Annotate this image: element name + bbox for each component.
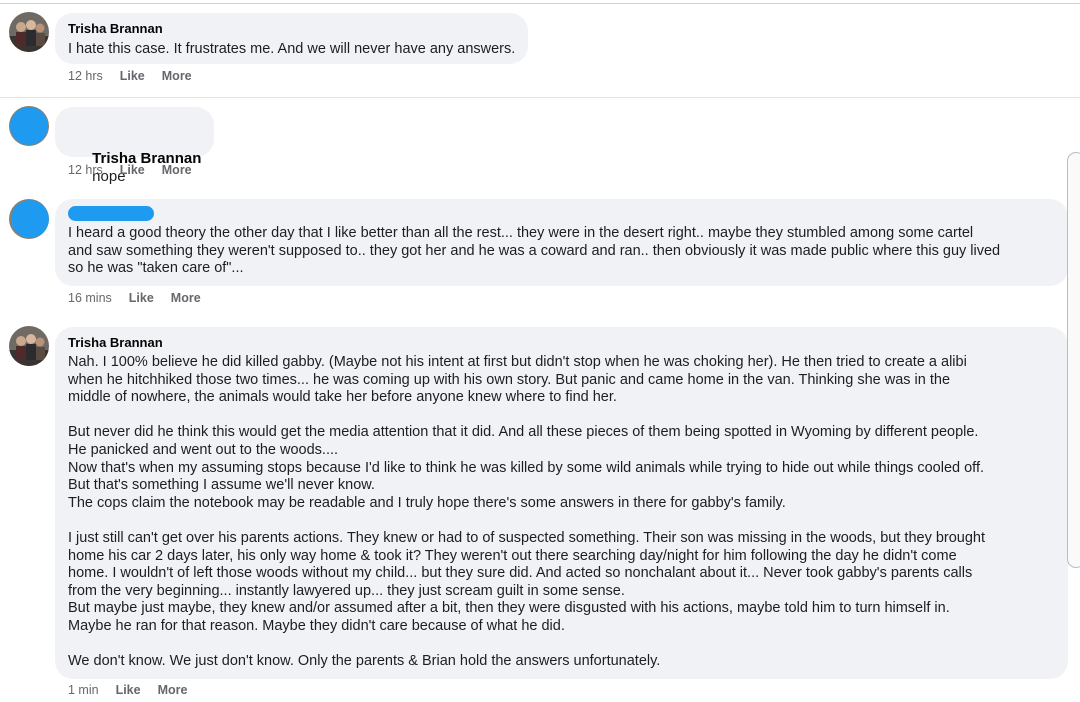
divider — [0, 97, 1080, 98]
comment-author[interactable]: Trisha Brannan — [68, 21, 515, 37]
comment-actions: 12 hrs Like More — [68, 163, 192, 177]
comment-timestamp[interactable]: 16 mins — [68, 291, 112, 305]
comment-author[interactable]: Trisha Brannan — [68, 335, 1055, 351]
more-button[interactable]: More — [171, 291, 201, 305]
comment-actions: 16 mins Like More — [68, 291, 201, 305]
comment-bubble: Trisha Brannan Nah. I 100% believe he di… — [55, 327, 1068, 679]
comment-timestamp[interactable]: 12 hrs — [68, 69, 103, 83]
comment-timestamp[interactable]: 12 hrs — [68, 163, 103, 177]
redacted-author — [68, 206, 154, 221]
more-button[interactable]: More — [162, 69, 192, 83]
comment-text: Nah. I 100% believe he did killed gabby.… — [68, 354, 986, 670]
like-button[interactable]: Like — [116, 683, 141, 697]
avatar[interactable] — [9, 106, 49, 146]
top-divider — [0, 3, 1080, 4]
more-button[interactable]: More — [158, 683, 188, 697]
more-button[interactable]: More — [162, 163, 192, 177]
like-button[interactable]: Like — [129, 291, 154, 305]
comment-bubble: I heard a good theory the other day that… — [55, 199, 1068, 286]
like-button[interactable]: Like — [120, 163, 145, 177]
comment-bubble: Trisha Brannan nope — [55, 107, 215, 185]
avatar[interactable] — [9, 199, 49, 239]
comment-actions: 1 min Like More — [68, 683, 187, 697]
avatar[interactable] — [9, 326, 49, 366]
avatar[interactable] — [9, 12, 49, 52]
comment-timestamp[interactable]: 1 min — [68, 683, 99, 697]
side-panel-edge — [1067, 152, 1080, 568]
comment-text: I hate this case. It frustrates me. And … — [68, 41, 516, 57]
comment-text: I heard a good theory the other day that… — [68, 225, 1001, 277]
comment-bubble: Trisha Brannan I hate this case. It frus… — [55, 13, 529, 64]
comment-actions: 12 hrs Like More — [68, 69, 192, 83]
like-button[interactable]: Like — [120, 69, 145, 83]
